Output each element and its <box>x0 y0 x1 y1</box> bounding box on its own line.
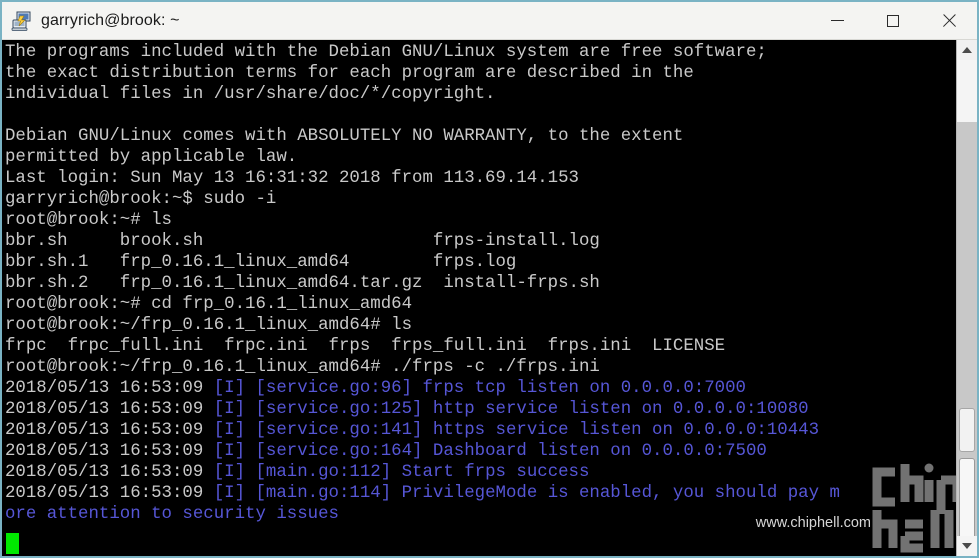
terminal-line: root@brook:~/frp_0.16.1_linux_amd64# ls <box>5 315 956 336</box>
terminal-text-segment: individual files in /usr/share/doc/*/cop… <box>5 85 496 104</box>
terminal-text-segment: 2018/05/13 16:53:09 <box>5 421 214 440</box>
terminal-text-segment: bbr.sh.2 frp_0.16.1_linux_amd64.tar.gz i… <box>5 274 600 293</box>
watermark-url: www.chiphell.com <box>755 515 871 531</box>
terminal-line: root@brook:~# ls <box>5 210 956 231</box>
terminal-line: root@brook:~/frp_0.16.1_linux_amd64# ./f… <box>5 357 956 378</box>
terminal-line: root@brook:~# cd frp_0.16.1_linux_amd64 <box>5 294 956 315</box>
close-icon <box>942 14 956 28</box>
terminal-text-segment: Debian GNU/Linux comes with ABSOLUTELY N… <box>5 127 684 146</box>
vertical-scrollbar[interactable] <box>956 40 977 556</box>
maximize-icon <box>887 14 899 27</box>
terminal-line: garryrich@brook:~$ sudo -i <box>5 189 956 210</box>
scroll-down-button[interactable] <box>957 536 977 556</box>
terminal-line: 2018/05/13 16:53:09 [I] [main.go:112] St… <box>5 462 956 483</box>
terminal-text-segment: 2018/05/13 16:53:09 <box>5 442 214 461</box>
title-bar[interactable]: garryrich@brook: ~ <box>2 2 977 40</box>
scroll-up-arrow-icon <box>962 47 972 53</box>
terminal-text-segment: root@brook:~/frp_0.16.1_linux_amd64# ./f… <box>5 358 600 377</box>
terminal-text-segment: [I] [main.go:114] PrivilegeMode is enabl… <box>213 484 840 503</box>
terminal-text-segment: ore attention to security issues <box>5 505 339 524</box>
terminal-text-segment: frpc frpc_full.ini frpc.ini frps frps_fu… <box>5 337 726 356</box>
terminal-text-segment: root@brook:~# ls <box>5 211 172 230</box>
terminal-text-segment: the exact distribution terms for each pr… <box>5 64 694 83</box>
terminal-line: 2018/05/13 16:53:09 [I] [main.go:114] Pr… <box>5 483 956 504</box>
terminal-line: permitted by applicable law. <box>5 147 956 168</box>
terminal-line: Debian GNU/Linux comes with ABSOLUTELY N… <box>5 126 956 147</box>
terminal-text-segment: [I] [service.go:164] Dashboard listen on… <box>213 442 767 461</box>
terminal-text-segment: [I] [service.go:125] http service listen… <box>213 400 809 419</box>
close-button[interactable] <box>921 2 977 40</box>
scrollbar-thumb[interactable] <box>959 458 975 540</box>
terminal-output[interactable]: The programs included with the Debian GN… <box>2 40 956 556</box>
minimize-icon <box>830 20 844 21</box>
terminal-text-segment: 2018/05/13 16:53:09 <box>5 400 214 419</box>
terminal-window: garryrich@brook: ~ The programs included… <box>0 0 979 558</box>
terminal-text-segment: Last login: Sun May 13 16:31:32 2018 fro… <box>5 169 579 188</box>
terminal-text-segment: bbr.sh brook.sh frps-install.log <box>5 232 600 251</box>
scrollbar-thumb-upper[interactable] <box>959 408 975 452</box>
terminal-text-segment: [I] [main.go:112] Start frps success <box>213 463 590 482</box>
scroll-up-button[interactable] <box>957 40 977 60</box>
window-controls <box>809 2 977 40</box>
terminal-text-segment: 2018/05/13 16:53:09 <box>5 379 214 398</box>
terminal-line: 2018/05/13 16:53:09 [I] [service.go:141]… <box>5 420 956 441</box>
terminal-line: bbr.sh.2 frp_0.16.1_linux_amd64.tar.gz i… <box>5 273 956 294</box>
terminal-line: The programs included with the Debian GN… <box>5 42 956 63</box>
terminal-line: bbr.sh.1 frp_0.16.1_linux_amd64 frps.log <box>5 252 956 273</box>
terminal-cursor <box>6 533 19 554</box>
terminal-line: 2018/05/13 16:53:09 [I] [service.go:164]… <box>5 441 956 462</box>
terminal-text-segment: bbr.sh.1 frp_0.16.1_linux_amd64 frps.log <box>5 253 517 272</box>
terminal-line: 2018/05/13 16:53:09 [I] [service.go:125]… <box>5 399 956 420</box>
scroll-down-arrow-icon <box>962 543 972 549</box>
terminal-text-segment: permitted by applicable law. <box>5 148 298 167</box>
window-title: garryrich@brook: ~ <box>41 11 180 29</box>
minimize-button[interactable] <box>809 2 865 40</box>
terminal-text-segment: garryrich@brook:~$ sudo -i <box>5 190 277 209</box>
terminal-line: bbr.sh brook.sh frps-install.log <box>5 231 956 252</box>
terminal-text-segment: 2018/05/13 16:53:09 <box>5 463 214 482</box>
scrollbar-track-top[interactable] <box>957 60 977 122</box>
terminal-line: individual files in /usr/share/doc/*/cop… <box>5 84 956 105</box>
terminal-line: Last login: Sun May 13 16:31:32 2018 fro… <box>5 168 956 189</box>
terminal-line: frpc frpc_full.ini frpc.ini frps frps_fu… <box>5 336 956 357</box>
putty-computer-icon <box>11 10 33 32</box>
terminal-text-segment: [I] [service.go:96] frps tcp listen on 0… <box>213 379 746 398</box>
terminal-text-segment: root@brook:~/frp_0.16.1_linux_amd64# ls <box>5 316 413 335</box>
terminal-text-segment: root@brook:~# cd frp_0.16.1_linux_amd64 <box>5 295 413 314</box>
terminal-text-segment: [I] [service.go:141] https service liste… <box>213 421 820 440</box>
terminal-text-segment: 2018/05/13 16:53:09 <box>5 484 214 503</box>
terminal-text-segment: The programs included with the Debian GN… <box>5 43 767 62</box>
terminal-line: the exact distribution terms for each pr… <box>5 63 956 84</box>
terminal-body[interactable]: The programs included with the Debian GN… <box>2 40 977 556</box>
maximize-button[interactable] <box>865 2 921 40</box>
terminal-line: 2018/05/13 16:53:09 [I] [service.go:96] … <box>5 378 956 399</box>
